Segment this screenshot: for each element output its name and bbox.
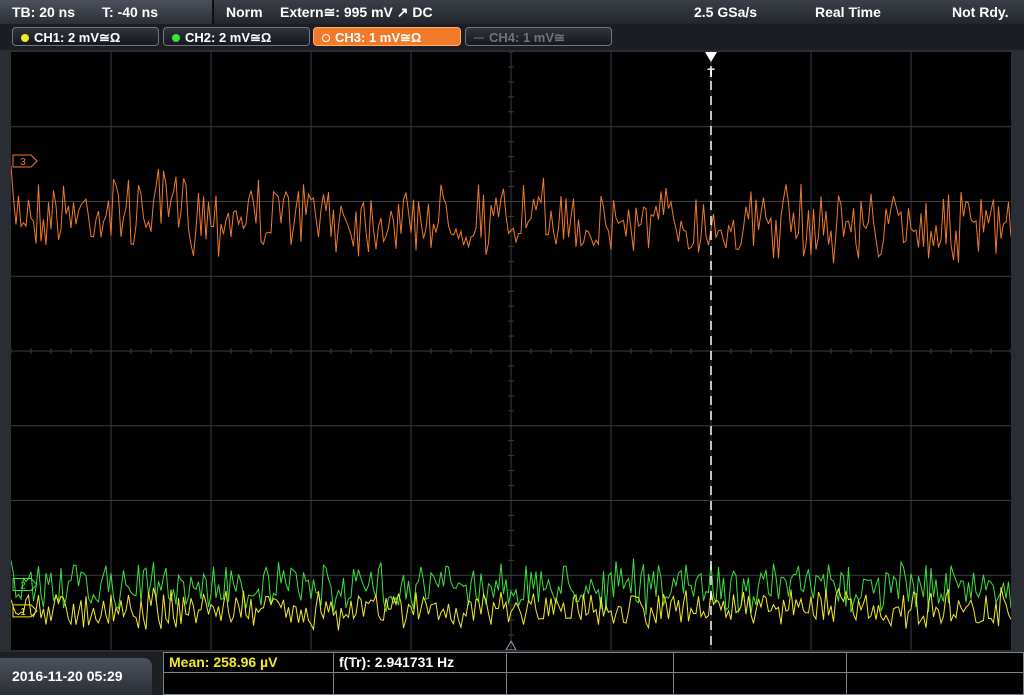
timebase-value[interactable]: TB: 20 ns — [12, 0, 75, 24]
timebase-panel[interactable]: TB: 20 ns T: -40 ns — [0, 0, 214, 24]
graticule — [11, 52, 1011, 650]
ch2-button[interactable]: CH2: 2 mV≅Ω — [163, 27, 310, 46]
ch2-color-dot — [172, 34, 180, 42]
ch3-label: CH3: 1 mV≅Ω — [335, 30, 422, 45]
ch1-color-dot — [21, 34, 29, 42]
mean-measurement: Mean: 258.96 µV — [169, 654, 278, 670]
ch3-marker-label: 3 — [20, 157, 26, 168]
waveform-display[interactable]: T 3 2 1 — [11, 52, 1011, 650]
ch4-color-dot — [474, 37, 484, 39]
ch1-button[interactable]: CH1: 2 mV≅Ω — [12, 27, 159, 46]
waveform-plot[interactable]: T 3 2 1 — [11, 52, 1011, 650]
trigger-position-icon[interactable] — [705, 52, 717, 62]
ch1-marker-label: 1 — [20, 607, 26, 618]
acquisition-state: Not Rdy. — [952, 4, 1009, 20]
ch3-color-dot — [322, 34, 330, 42]
measurement-grid — [163, 652, 1024, 695]
ch4-label: CH4: 1 mV≅ — [489, 30, 565, 45]
acquisition-mode: Real Time — [815, 4, 881, 20]
frequency-measurement: f(Tr): 2.941731 Hz — [339, 654, 455, 670]
measurement-panel[interactable]: Mean: 258.96 µV f(Tr): 2.941731 Hz — [163, 652, 1024, 695]
channel-bar: CH1: 2 mV≅Ω CH2: 2 mV≅Ω CH3: 1 mV≅Ω CH4:… — [0, 24, 1024, 50]
trigger-time-value[interactable]: T: -40 ns — [102, 0, 158, 24]
ch4-button[interactable]: CH4: 1 mV≅ — [465, 27, 612, 46]
trigger-mode[interactable]: Norm — [226, 0, 263, 24]
sample-rate: 2.5 GSa/s — [694, 4, 758, 20]
datetime: 2016-11-20 05:29 — [0, 658, 152, 695]
ch2-marker-label: 2 — [20, 580, 26, 591]
trigger-marker-label: T — [707, 66, 715, 80]
status-bar: TB: 20 ns T: -40 ns Norm Extern≅: 995 mV… — [0, 0, 1024, 24]
ch3-reference-marker[interactable]: 3 — [12, 154, 38, 168]
trigger-source[interactable]: Extern≅: 995 mV ↗ DC — [280, 0, 433, 24]
ch1-label: CH1: 2 mV≅Ω — [34, 30, 121, 45]
ch2-label: CH2: 2 mV≅Ω — [185, 30, 272, 45]
ch3-button[interactable]: CH3: 1 mV≅Ω — [313, 27, 461, 46]
ch2-reference-marker[interactable]: 2 — [12, 577, 38, 591]
